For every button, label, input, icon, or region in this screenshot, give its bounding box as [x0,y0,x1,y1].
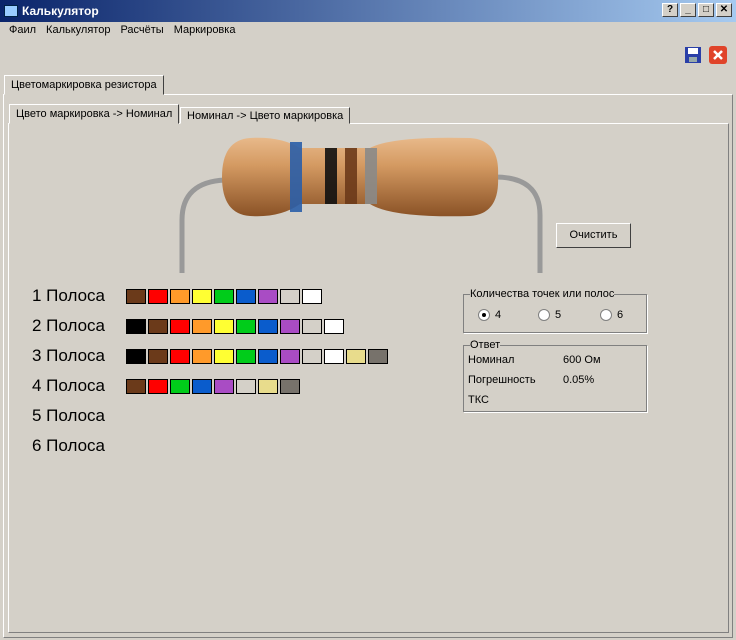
radio-label: 6 [617,309,624,321]
radio-circle[interactable] [538,309,550,321]
radio-circle[interactable] [478,309,490,321]
color-swatch[interactable] [170,379,190,394]
menu-file[interactable]: Фаил [4,22,41,40]
calculator-icon [4,5,18,17]
color-swatch[interactable] [236,319,256,334]
radio-4-bands[interactable]: 4 [478,309,501,321]
color-swatch[interactable] [126,319,146,334]
color-swatch[interactable] [214,379,234,394]
color-swatch[interactable] [236,349,256,364]
color-swatch[interactable] [258,289,278,304]
close-button[interactable]: ✕ [716,3,732,17]
color-swatch[interactable] [214,319,234,334]
menu-calculations[interactable]: Расчёты [115,22,168,40]
color-swatch[interactable] [280,379,300,394]
color-swatch[interactable] [236,289,256,304]
tab-resistor-color-code[interactable]: Цветомаркировка резистора [4,75,164,95]
color-swatch[interactable] [214,349,234,364]
tolerance-value: 0.05% [563,374,595,386]
color-swatch[interactable] [170,319,190,334]
color-swatch[interactable] [126,289,146,304]
clear-button[interactable]: Очистить [556,223,631,248]
color-swatch[interactable] [170,289,190,304]
band-row-label: 1 Полоса [32,286,105,305]
color-swatch[interactable] [148,379,168,394]
radio-circle[interactable] [600,309,612,321]
color-swatch[interactable] [302,319,322,334]
radio-5-bands[interactable]: 5 [538,309,561,321]
resistor-band [345,148,357,204]
resistor-band [325,148,337,204]
color-swatch[interactable] [192,319,212,334]
band-row-label: 6 Полоса [32,436,105,455]
maximize-button[interactable]: □ [698,3,714,17]
title-bar: Калькулятор ? _ □ ✕ [0,0,736,22]
color-swatch[interactable] [302,349,322,364]
band-row-label: 5 Полоса [32,406,105,425]
color-swatch[interactable] [192,349,212,364]
answer-title: Ответ [470,339,501,351]
resistor-band [365,148,377,204]
resistor-image [179,137,543,273]
band-row-label: 3 Полоса [32,346,105,365]
menu-bar: Фаил Калькулятор Расчёты Маркировка [0,22,240,40]
color-swatch[interactable] [302,289,322,304]
menu-calculator[interactable]: Калькулятор [41,22,115,40]
color-swatch[interactable] [126,379,146,394]
color-swatch[interactable] [324,349,344,364]
color-swatch[interactable] [346,349,366,364]
color-swatch[interactable] [192,379,212,394]
color-swatch[interactable] [258,349,278,364]
band-row-label: 2 Полоса [32,316,105,335]
minimize-button[interactable]: _ [680,3,696,17]
tab-nominal-to-color[interactable]: Номинал -> Цвето маркировка [180,107,351,124]
tab-color-to-nominal[interactable]: Цвето маркировка -> Номинал [9,104,180,124]
resistor-band [290,142,302,212]
color-swatch[interactable] [148,289,168,304]
tolerance-label: Погрешность [468,374,536,386]
nominal-value: 600 Ом [563,354,601,366]
nominal-label: Номинал [468,354,515,366]
color-swatch[interactable] [192,289,212,304]
color-swatch[interactable] [258,319,278,334]
color-swatch[interactable] [324,319,344,334]
color-swatch[interactable] [258,379,278,394]
radio-label: 4 [495,309,502,321]
color-swatch[interactable] [280,349,300,364]
color-swatch[interactable] [148,349,168,364]
radio-6-bands[interactable]: 6 [600,309,623,321]
color-swatch[interactable] [280,289,300,304]
close-icon[interactable] [708,45,728,65]
menu-marking[interactable]: Маркировка [169,22,241,40]
color-swatch[interactable] [236,379,256,394]
radio-label: 5 [555,309,562,321]
color-swatch[interactable] [214,289,234,304]
color-swatch[interactable] [148,319,168,334]
color-swatch[interactable] [126,349,146,364]
band-row-label: 4 Полоса [32,376,105,395]
band-count-title: Количества точек или полос [470,288,615,300]
tks-label: ТКС [468,394,489,406]
save-icon[interactable] [683,45,703,65]
color-swatch[interactable] [170,349,190,364]
color-swatch[interactable] [368,349,388,364]
window-title: Калькулятор [22,4,99,18]
help-button[interactable]: ? [662,3,678,17]
color-swatch[interactable] [280,319,300,334]
